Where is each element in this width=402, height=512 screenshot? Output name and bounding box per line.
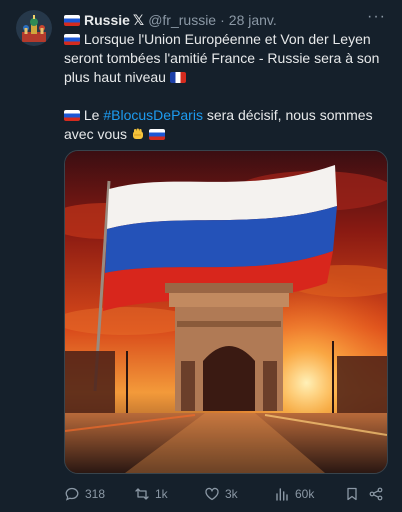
post-paragraph-2: Le #BlocusDeParis sera décisif, nous som… bbox=[64, 106, 390, 144]
bookmark-icon bbox=[347, 487, 357, 501]
post-date[interactable]: 28 janv. bbox=[229, 12, 277, 28]
russia-flag-icon bbox=[148, 129, 165, 140]
russia-flag-icon bbox=[64, 110, 80, 121]
arc-de-triomphe-flag-image bbox=[65, 151, 387, 473]
reply-count: 318 bbox=[85, 487, 106, 501]
like-button[interactable]: 3k bbox=[204, 486, 238, 502]
post-paragraph-1: Lorsque l'Union Européenne et Von der Le… bbox=[64, 30, 390, 87]
views-count: 60k bbox=[295, 487, 315, 501]
reply-icon bbox=[65, 487, 79, 501]
x-badge-icon: 𝕏 bbox=[132, 11, 145, 28]
author-handle[interactable]: @fr_russie bbox=[148, 12, 216, 28]
russia-flag-icon bbox=[64, 14, 80, 26]
reply-button[interactable]: 318 bbox=[64, 486, 105, 502]
like-icon bbox=[205, 487, 219, 501]
hashtag-link[interactable]: #BlocusDeParis bbox=[103, 107, 203, 123]
share-icon bbox=[369, 487, 383, 501]
avatar[interactable] bbox=[16, 10, 52, 46]
author-name[interactable]: Russie bbox=[84, 12, 130, 28]
more-icon[interactable]: ··· bbox=[367, 8, 386, 26]
post-header: Russie 𝕏 @fr_russie · 28 janv. ··· bbox=[64, 8, 386, 30]
action-bar: 318 1k 3k 60k bbox=[64, 484, 386, 504]
share-button[interactable] bbox=[368, 486, 384, 502]
france-flag-icon bbox=[169, 72, 186, 83]
separator: · bbox=[220, 12, 225, 28]
repost-icon bbox=[135, 488, 149, 500]
post-text: Lorsque l'Union Européenne et Von der Le… bbox=[64, 30, 390, 144]
russia-flag-icon bbox=[64, 34, 80, 45]
fist-emoji-icon bbox=[132, 128, 143, 139]
bookmark-button[interactable] bbox=[344, 486, 360, 502]
views-icon bbox=[276, 488, 288, 501]
like-count: 3k bbox=[225, 487, 238, 501]
post-image[interactable] bbox=[64, 150, 388, 474]
paragraph-1-text: Lorsque l'Union Européenne et Von der Le… bbox=[64, 31, 380, 85]
avatar-kremlin-icon bbox=[16, 10, 52, 46]
repost-button[interactable]: 1k bbox=[134, 486, 168, 502]
repost-count: 1k bbox=[155, 487, 168, 501]
views-button[interactable]: 60k bbox=[274, 486, 314, 502]
paragraph-2-prefix: Le bbox=[83, 107, 104, 123]
